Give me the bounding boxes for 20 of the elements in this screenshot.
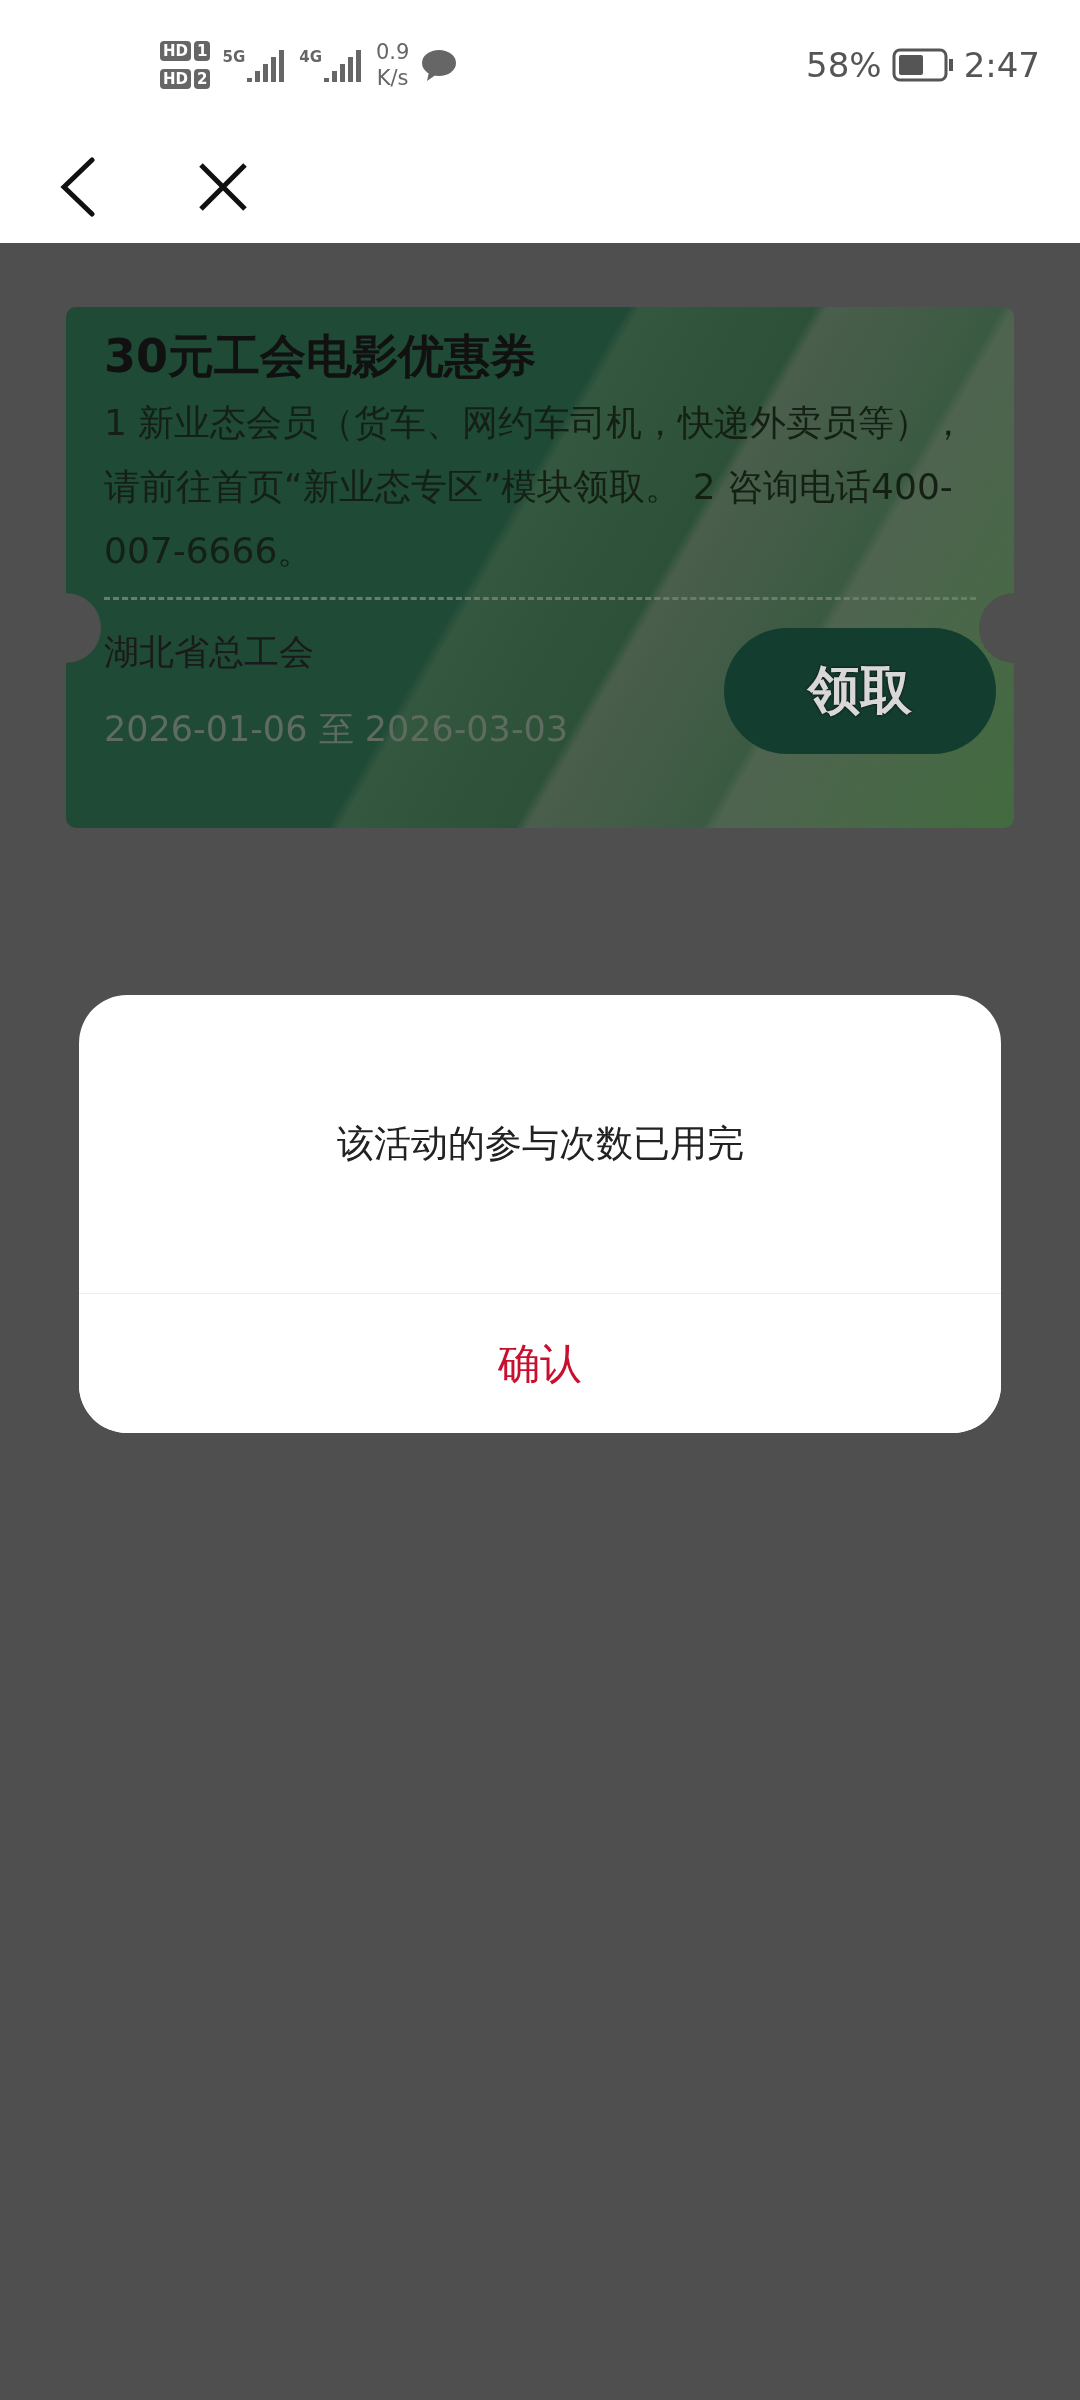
- sim-slot: 1: [194, 41, 211, 61]
- network-type: 5G: [222, 48, 246, 66]
- clock-time: 2:47: [963, 45, 1040, 85]
- close-icon[interactable]: [198, 161, 248, 212]
- speed-unit: K/s: [376, 65, 409, 91]
- claim-button[interactable]: 领取: [724, 628, 996, 754]
- sim-label: HD: [160, 41, 191, 61]
- speed-value: 0.9: [375, 39, 410, 65]
- sim-slot: 2: [194, 69, 211, 89]
- network-type: 4G: [299, 48, 322, 66]
- chat-bubble-icon: [421, 48, 458, 82]
- battery-icon: [891, 48, 954, 82]
- battery-percent: 58%: [806, 45, 882, 85]
- coupon-title: 30元工会电影优惠券: [104, 328, 537, 385]
- confirm-button[interactable]: 确认: [79, 1293, 1001, 1433]
- dialog-message: 该活动的参与次数已用完: [335, 1121, 745, 1167]
- sim-label: HD: [160, 69, 191, 89]
- back-icon[interactable]: [58, 156, 98, 217]
- signal-icon: [323, 48, 364, 82]
- coupon-validity: 2026-01-06 至 2026-03-03: [104, 708, 569, 751]
